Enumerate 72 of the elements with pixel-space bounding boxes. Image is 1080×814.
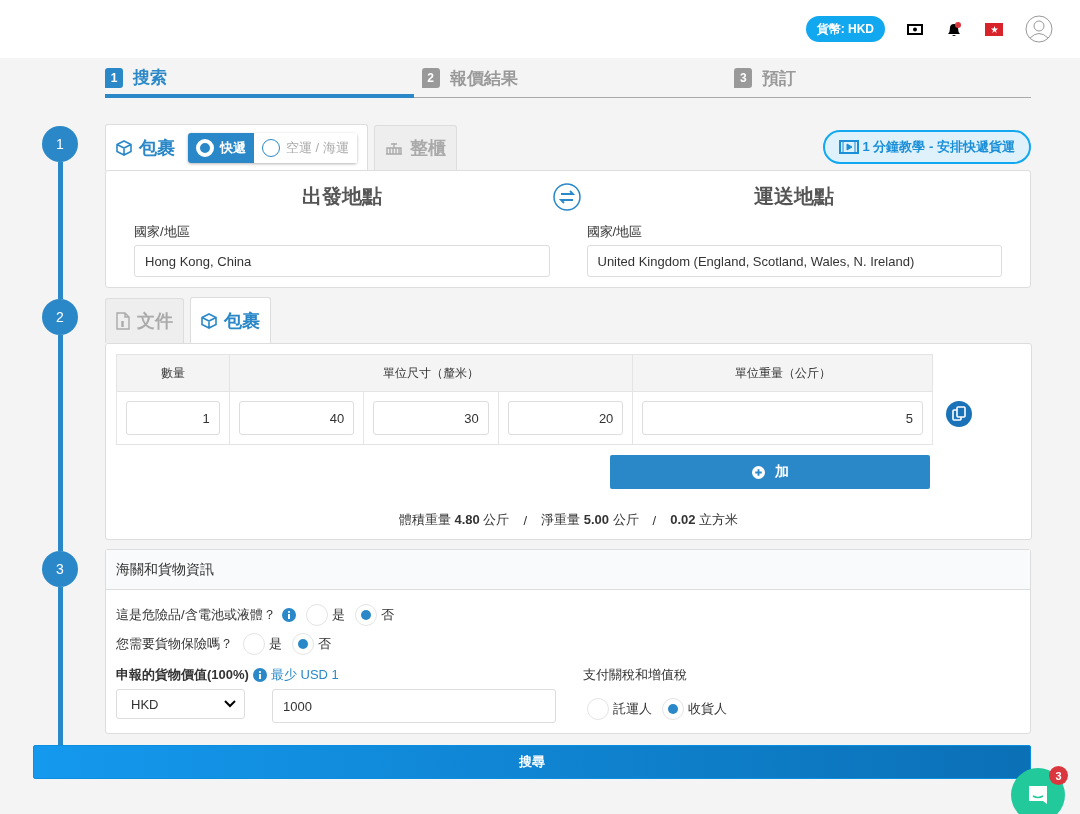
radio-button[interactable] (662, 697, 684, 720)
field-label: 國家/地區 (134, 223, 191, 241)
question-label: 您需要貨物保險嗎？ (116, 634, 233, 653)
radio-button[interactable] (243, 632, 265, 655)
plus-icon (751, 465, 765, 479)
user-avatar-icon[interactable] (1025, 15, 1053, 43)
banknote-icon[interactable] (907, 23, 923, 35)
quantity-field[interactable]: 1 (126, 401, 220, 435)
currency-select[interactable]: HKD (116, 689, 245, 719)
dimension-field[interactable]: 20 (507, 401, 624, 435)
radio-label: 託運人 (613, 699, 652, 718)
value-field[interactable]: 1000 (272, 689, 556, 723)
add-button[interactable]: 加 (610, 455, 930, 489)
step-tab[interactable]: 2 報價結果 (413, 60, 723, 98)
bell-icon[interactable] (945, 20, 963, 38)
step-number: 1 (42, 126, 78, 162)
shipment-tab[interactable]: 包裹 快遞 空運 / 海運 (105, 124, 368, 171)
country-field[interactable]: United Kingdom (England, Scotland, Wales, N. Ireland) (586, 245, 1002, 277)
package-tab[interactable]: 包裹 (190, 297, 271, 344)
section-title: 海關和貨物資訊 (106, 550, 1030, 590)
field-label: 申報的貨物價值(100%) (116, 666, 249, 684)
currency-button[interactable]: 貨幣: HKD (805, 16, 885, 42)
field-label: 國家/地區 (586, 223, 644, 241)
dimension-field[interactable]: 40 (238, 401, 355, 435)
search-button[interactable]: 搜尋 (33, 745, 1031, 779)
container-icon (384, 141, 403, 155)
summary-text: 0.02 立方米 (670, 511, 739, 529)
hint-text: 最少 USD 1 (270, 666, 339, 684)
document-icon (116, 312, 130, 330)
radio-label: 是 (269, 634, 282, 653)
route-heading: 出發地點 (300, 184, 383, 209)
box-icon (116, 140, 132, 156)
column-header: 單位重量（公斤） (632, 354, 933, 392)
radio-button[interactable] (305, 603, 328, 626)
film-icon (838, 140, 859, 154)
tutorial-button[interactable]: 1 分鐘教學 - 安排快遞貨運 (822, 130, 1031, 164)
shipment-tab[interactable]: 整櫃 (373, 125, 457, 170)
swap-icon[interactable] (553, 183, 581, 211)
radio-label: 否 (318, 634, 331, 653)
package-tab[interactable]: 文件 (105, 298, 184, 343)
question-label: 這是危險品/含電池或液體？ (116, 605, 276, 624)
box-icon (201, 313, 217, 329)
summary-text: 體積重量 4.80 公斤 (398, 511, 510, 529)
route-heading: 運送地點 (753, 184, 836, 209)
radio-label: 否 (380, 605, 394, 624)
info-icon[interactable] (281, 607, 296, 622)
separator-text: / (523, 512, 528, 528)
radio-button[interactable] (587, 697, 609, 720)
chevron-down-icon (224, 700, 236, 708)
separator-text: / (652, 512, 657, 528)
copy-icon[interactable] (946, 401, 972, 427)
step-number: 2 (42, 299, 78, 335)
radio-label: 是 (331, 605, 345, 624)
field-label: 支付關稅和增值稅 (583, 666, 688, 684)
service-option[interactable]: 快遞 (188, 133, 254, 163)
chat-icon (1026, 783, 1050, 807)
dimension-field[interactable]: 30 (373, 401, 489, 435)
radio-button[interactable] (354, 603, 377, 626)
step-tab[interactable]: 1 搜索 (105, 60, 414, 98)
notification-badge: 3 (1049, 766, 1068, 785)
summary-text: 淨重量 5.00 公斤 (541, 511, 639, 529)
column-header: 單位尺寸（釐米） (229, 354, 633, 392)
column-header: 數量 (116, 354, 230, 392)
service-option[interactable]: 空運 / 海運 (254, 133, 357, 163)
country-field[interactable]: Hong Kong, China (134, 245, 550, 277)
step-number: 3 (42, 551, 78, 587)
step-tab[interactable]: 3 預訂 (722, 60, 1031, 98)
info-icon[interactable] (252, 668, 267, 682)
radio-label: 收貨人 (688, 699, 727, 718)
radio-button[interactable] (292, 632, 314, 655)
weight-field[interactable]: 5 (642, 401, 923, 435)
flag-icon[interactable] (985, 22, 1003, 36)
